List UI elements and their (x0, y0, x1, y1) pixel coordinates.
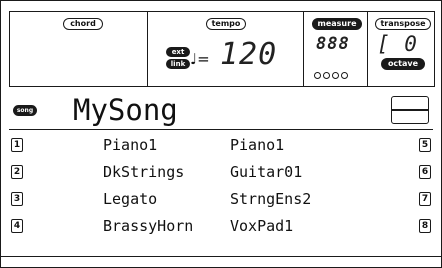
track-name[interactable]: Piano1 (103, 136, 157, 154)
track-number: 7 (419, 192, 431, 206)
track-number: 3 (11, 192, 23, 206)
lcd-screen: chord tempo ext link ♩= 120 measure 888 … (0, 0, 442, 268)
measure-value: 888 (316, 34, 350, 54)
beat-dots (314, 64, 350, 83)
track-number: 2 (11, 165, 23, 179)
beat-dot (323, 72, 330, 79)
song-name[interactable]: MySong (73, 93, 178, 127)
song-select-icon[interactable] (391, 96, 429, 124)
song-row: song MySong (9, 93, 433, 130)
track-number: 8 (419, 219, 431, 233)
tempo-value: 120 (220, 37, 278, 72)
track-name[interactable]: VoxPad1 (230, 217, 293, 235)
track-name[interactable]: Piano1 (230, 136, 284, 154)
track-name[interactable]: Guitar01 (230, 163, 302, 181)
song-mode-icon: song (13, 105, 37, 116)
track-name[interactable]: DkStrings (103, 163, 184, 181)
track-number: 4 (11, 219, 23, 233)
transpose-value: [ 0 (377, 32, 418, 56)
octave-indicator: octave (381, 58, 425, 70)
tempo-note-icon: ♩= (190, 50, 210, 68)
track-number: 5 (419, 138, 431, 152)
beat-dot (341, 72, 348, 79)
divider (367, 12, 368, 86)
transpose-indicator: transpose (375, 18, 431, 30)
beat-dot (332, 72, 339, 79)
divider (303, 12, 304, 86)
track-number: 1 (11, 138, 23, 152)
divider (147, 12, 148, 86)
measure-indicator: measure (312, 18, 362, 30)
status-bar: chord tempo ext link ♩= 120 measure 888 … (9, 11, 435, 87)
bottom-divider (1, 256, 442, 257)
ext-indicator: ext (166, 47, 190, 57)
chord-indicator: chord (63, 18, 103, 30)
link-indicator: link (166, 59, 190, 69)
track-name[interactable]: BrassyHorn (103, 217, 193, 235)
track-name[interactable]: StrngEns2 (230, 190, 311, 208)
track-name[interactable]: Legato (103, 190, 157, 208)
beat-dot (314, 72, 321, 79)
tempo-indicator: tempo (206, 18, 246, 30)
track-number: 6 (419, 165, 431, 179)
